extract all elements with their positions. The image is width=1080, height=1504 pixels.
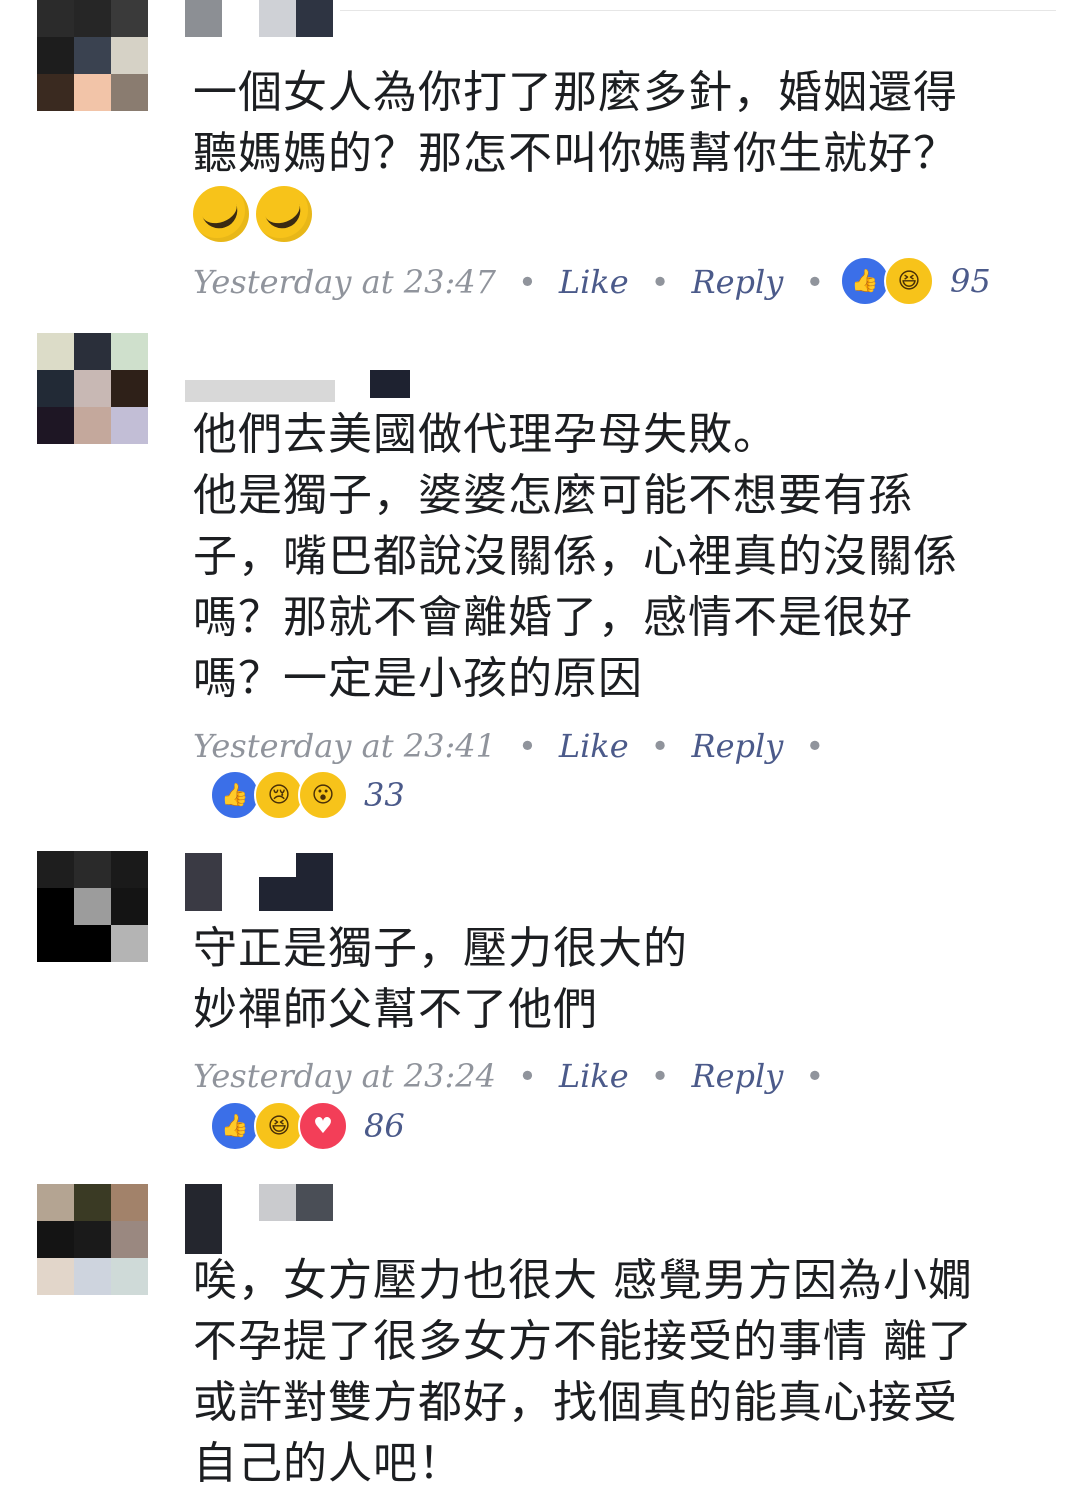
separator: • <box>650 263 670 301</box>
like-reaction-icon: 👍 <box>840 256 890 306</box>
comment-text: 他們去美國做代理孕母失敗。 他是獨子，婆婆怎麼可能不想要有孫 子，嘴巴都說沒關係… <box>193 409 958 704</box>
reaction-count: 86 <box>364 1107 405 1145</box>
separator: • <box>650 727 670 765</box>
reactions-summary[interactable]: 👍 😆 95 <box>840 256 991 306</box>
love-reaction-icon: ♥ <box>298 1101 348 1151</box>
reaction-count: 33 <box>364 776 405 814</box>
timestamp[interactable]: Yesterday at 23:47 <box>193 263 496 301</box>
reply-button[interactable]: Reply <box>692 263 784 301</box>
comment-text: 守正是獨子，壓力很大的 妙禪師父幫不了他們 <box>193 923 688 1035</box>
avatar[interactable] <box>37 0 148 111</box>
separator: • <box>805 1057 825 1095</box>
avatar[interactable] <box>37 333 148 444</box>
reaction-count: 95 <box>950 262 991 300</box>
divider <box>340 10 1056 11</box>
reactions-summary[interactable]: 👍 😢 😮 33 <box>210 770 405 820</box>
wow-reaction-icon: 😮 <box>298 770 348 820</box>
separator: • <box>517 1057 537 1095</box>
separator: • <box>517 263 537 301</box>
avatar[interactable] <box>37 1184 148 1295</box>
reactions-summary[interactable]: 👍 😆 ♥ 86 <box>210 1101 405 1151</box>
comment-meta: Yesterday at 23:47 • Like • Reply • <box>193 262 846 302</box>
emoji-row <box>193 186 314 246</box>
comment-meta: Yesterday at 23:24 • Like • Reply • <box>193 1056 846 1096</box>
rolling-laughing-emoji-icon <box>193 186 249 242</box>
reply-button[interactable]: Reply <box>692 1057 784 1095</box>
comment-text: 一個女人為你打了那麼多針，婚姻還得 聽媽媽的？那怎不叫你媽幫你生就好？ <box>193 67 958 179</box>
timestamp[interactable]: Yesterday at 23:41 <box>193 727 496 765</box>
reply-button[interactable]: Reply <box>692 727 784 765</box>
sad-reaction-icon: 😢 <box>254 770 304 820</box>
comment-meta: Yesterday at 23:41 • Like • Reply • <box>193 726 846 766</box>
like-reaction-icon: 👍 <box>210 770 260 820</box>
avatar[interactable] <box>37 851 148 962</box>
haha-reaction-icon: 😆 <box>254 1101 304 1151</box>
separator: • <box>805 727 825 765</box>
like-reaction-icon: 👍 <box>210 1101 260 1151</box>
timestamp[interactable]: Yesterday at 23:24 <box>193 1057 496 1095</box>
separator: • <box>517 727 537 765</box>
like-button[interactable]: Like <box>559 727 629 765</box>
comment-text: 唉，女方壓力也很大 感覺男方因為小嫺 不孕提了很多女方不能接受的事情 離了 或許… <box>193 1255 973 1489</box>
separator: • <box>650 1057 670 1095</box>
separator: • <box>805 263 825 301</box>
like-button[interactable]: Like <box>559 1057 629 1095</box>
like-button[interactable]: Like <box>559 263 629 301</box>
haha-reaction-icon: 😆 <box>884 256 934 306</box>
rolling-laughing-emoji-icon <box>256 186 313 242</box>
